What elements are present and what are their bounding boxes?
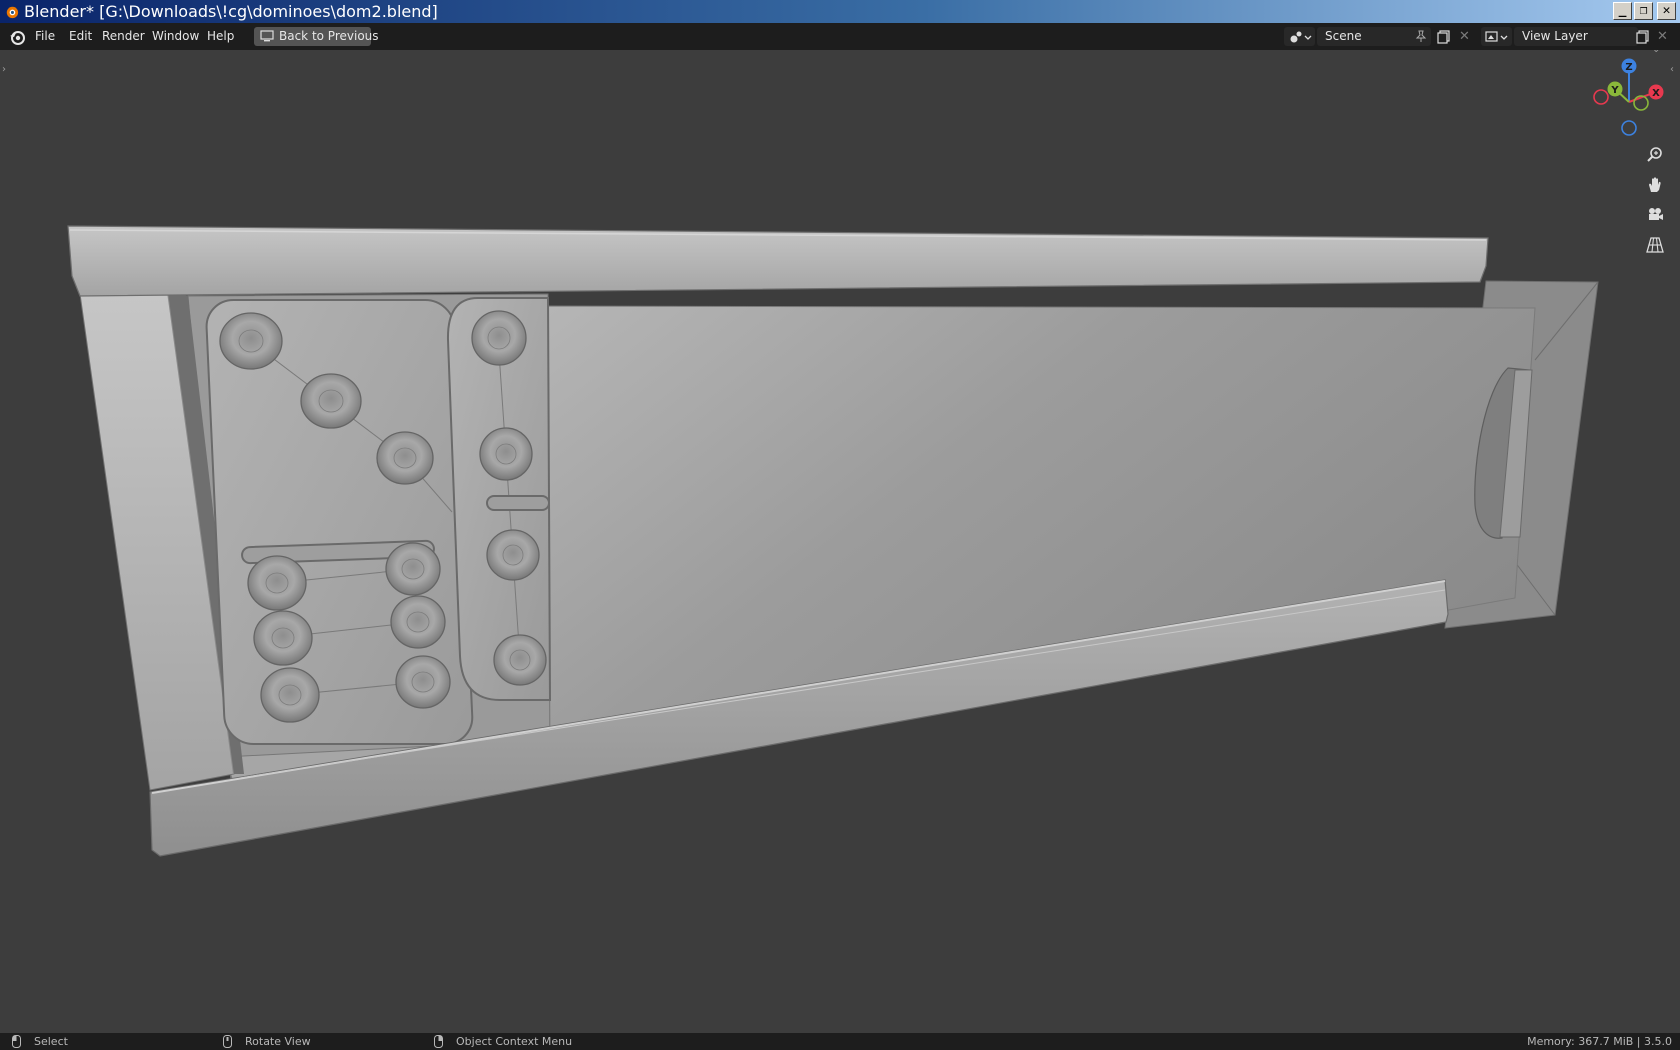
menu-window[interactable]: Window	[152, 23, 199, 50]
window-title: Blender* [G:\Downloads\!cg\dominoes\dom2…	[24, 2, 438, 21]
scene-name-value: Scene	[1325, 29, 1362, 43]
pan-hand-icon	[1649, 177, 1661, 192]
camera-icon	[1649, 208, 1663, 220]
scene-browse-dropdown[interactable]	[1284, 27, 1315, 46]
delete-view-layer-icon[interactable]: ✕	[1657, 23, 1668, 50]
delete-scene-icon[interactable]: ✕	[1459, 23, 1470, 50]
back-to-previous-label: Back to Previous	[279, 29, 379, 43]
view-layer-name-value: View Layer	[1522, 29, 1588, 43]
mouse-right-icon	[434, 1035, 443, 1048]
perspective-grid-icon	[1646, 237, 1664, 253]
zoom-button[interactable]	[1641, 141, 1669, 169]
status-select: Select	[34, 1035, 68, 1048]
menu-file[interactable]: File	[35, 23, 55, 50]
svg-text:X: X	[1652, 88, 1660, 99]
zoom-icon	[1647, 147, 1662, 162]
3d-viewport[interactable]: › ‹ ⌄	[0, 50, 1680, 1033]
svg-text:Z: Z	[1625, 62, 1632, 73]
view-layer-name-field[interactable]: View Layer	[1514, 27, 1638, 46]
camera-view-button[interactable]	[1641, 201, 1669, 229]
mouse-middle-icon	[223, 1035, 232, 1048]
blender-app-icon	[6, 6, 19, 19]
svg-text:Y: Y	[1610, 85, 1619, 96]
pan-button[interactable]	[1641, 171, 1669, 199]
restore-button[interactable]: ❐	[1634, 2, 1653, 20]
scene-name-field[interactable]: Scene	[1317, 27, 1431, 46]
status-rotate-view: Rotate View	[245, 1035, 311, 1048]
view-layer-browse-dropdown[interactable]	[1481, 27, 1512, 46]
status-object-context-menu: Object Context Menu	[456, 1035, 573, 1048]
screen-back-icon	[260, 30, 274, 42]
status-bar: Select Rotate View Object Context Menu M…	[0, 1033, 1680, 1050]
domino-box-model[interactable]	[0, 50, 1680, 1033]
status-memory: Memory: 367.7 MiB | 3.5.0	[1527, 1035, 1672, 1048]
perspective-toggle-button[interactable]	[1641, 231, 1669, 259]
domino-three-six[interactable]	[205, 299, 474, 745]
domino-partial[interactable]	[446, 297, 552, 701]
menu-help[interactable]: Help	[207, 23, 234, 50]
window-title-bar: Blender* [G:\Downloads\!cg\dominoes\dom2…	[0, 0, 1680, 23]
navigation-gizmo[interactable]: Z X Y	[1585, 56, 1669, 136]
scene-data-icon	[1290, 31, 1312, 43]
minimize-button[interactable]: _	[1613, 2, 1632, 20]
mouse-left-icon	[12, 1035, 21, 1048]
menu-edit[interactable]: Edit	[69, 23, 92, 50]
blender-logo-icon[interactable]	[8, 28, 26, 46]
close-window-button[interactable]: ✕	[1657, 2, 1676, 20]
blender-top-bar: File Edit Render Window Help Back to Pre…	[0, 23, 1680, 50]
menu-render[interactable]: Render	[102, 23, 145, 50]
pin-icon[interactable]	[1415, 30, 1427, 43]
back-to-previous-button[interactable]: Back to Previous	[254, 27, 379, 46]
new-scene-icon[interactable]	[1437, 30, 1451, 44]
view-layer-icon	[1485, 31, 1508, 42]
new-view-layer-icon[interactable]	[1636, 30, 1650, 44]
